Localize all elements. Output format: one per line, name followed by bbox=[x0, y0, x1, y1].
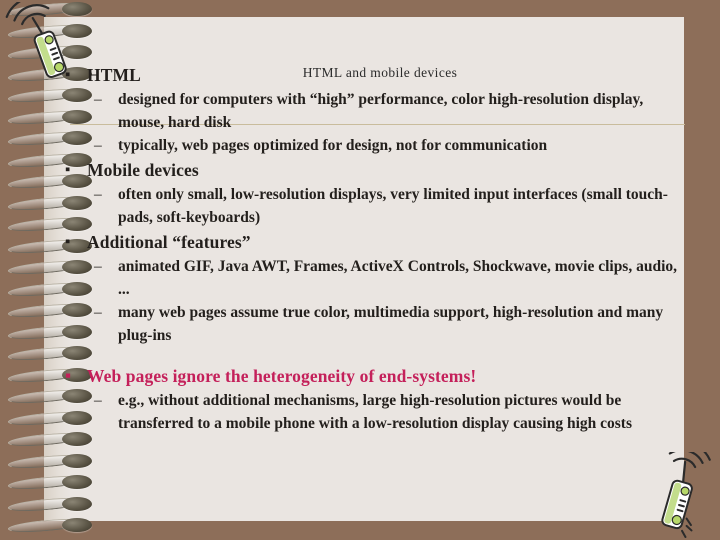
bullet-item-level2: – typically, web pages optimized for desi… bbox=[94, 134, 690, 157]
slide-canvas: HTML and mobile devices ▪ HTML – designed f… bbox=[0, 0, 720, 540]
bullet-text: many web pages assume true color, multim… bbox=[118, 304, 664, 344]
bullet-text: designed for computers with “high” perfo… bbox=[118, 91, 644, 131]
bullet-item-level2: – many web pages assume true color, multi… bbox=[94, 301, 690, 347]
bullet-item-level1: ▪ Additional “features” bbox=[60, 229, 690, 255]
dash-marker-icon: – bbox=[94, 137, 102, 154]
bullet-item-level2: – e.g., without additional mechanisms, la… bbox=[94, 389, 690, 435]
bullet-list: ▪ HTML – designed for computers with “high”… bbox=[60, 62, 690, 435]
bullet-text: e.g., without additional mechanisms, lar… bbox=[118, 392, 632, 432]
dash-marker-icon: – bbox=[94, 186, 102, 203]
bullet-marker-icon: ▪ bbox=[65, 366, 72, 385]
bullet-text: Additional “features” bbox=[87, 232, 251, 252]
dash-marker-icon: – bbox=[94, 258, 102, 275]
bullet-item-level1: ▪ Web pages ignore the heterogeneity of e… bbox=[60, 363, 690, 389]
bullet-marker-icon: ▪ bbox=[65, 162, 71, 178]
slide-content: HTML and mobile devices ▪ HTML – designed f… bbox=[0, 0, 720, 540]
dash-marker-icon: – bbox=[94, 392, 102, 409]
bullet-text: often only small, low-resolution display… bbox=[118, 186, 668, 226]
bullet-text: animated GIF, Java AWT, Frames, ActiveX … bbox=[118, 258, 678, 298]
bullet-item-level1: ▪ HTML bbox=[60, 62, 690, 88]
bullet-text: Mobile devices bbox=[87, 160, 199, 180]
dash-marker-icon: – bbox=[94, 304, 102, 321]
bullet-marker-icon: ▪ bbox=[65, 234, 71, 250]
bullet-item-level2: – often only small, low-resolution displa… bbox=[94, 183, 690, 229]
bullet-text: typically, web pages optimized for desig… bbox=[118, 137, 548, 154]
mobile-phone-icon bbox=[5, 2, 67, 79]
bullet-text: HTML bbox=[87, 65, 141, 85]
bullet-item-level1: ▪ Mobile devices bbox=[60, 157, 690, 183]
dash-marker-icon: – bbox=[94, 91, 102, 108]
bullet-text: Web pages ignore the heterogeneity of en… bbox=[87, 366, 477, 386]
bullet-item-level2: – designed for computers with “high” perf… bbox=[94, 88, 690, 134]
bullet-item-level2: – animated GIF, Java AWT, Frames, ActiveX… bbox=[94, 255, 690, 301]
mobile-phone-icon bbox=[661, 452, 711, 538]
